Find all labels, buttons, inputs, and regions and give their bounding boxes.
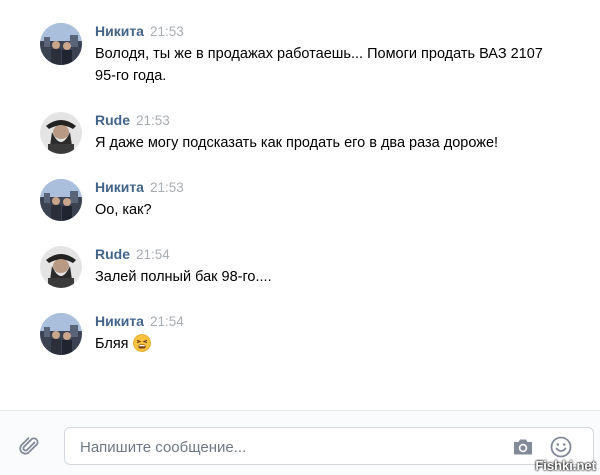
paperclip-icon bbox=[19, 437, 39, 455]
camera-icon bbox=[514, 439, 532, 455]
user-avatar-nikita-icon bbox=[40, 23, 82, 65]
watermark: Fishki.net bbox=[535, 458, 596, 473]
message-text: Я даже могу подсказать как продать его в… bbox=[95, 135, 499, 151]
message-time[interactable]: 21:54 bbox=[136, 247, 170, 262]
emoji-button[interactable] bbox=[550, 436, 572, 458]
message-time[interactable]: 21:53 bbox=[150, 24, 184, 39]
attach-button[interactable] bbox=[18, 435, 42, 459]
message-header: Rude 21:54 bbox=[95, 246, 170, 263]
message-time[interactable]: 21:54 bbox=[150, 314, 184, 329]
user-avatar-nikita-icon bbox=[40, 179, 82, 221]
tired-face-emoji-icon bbox=[132, 334, 151, 352]
message-author[interactable]: Никита bbox=[95, 179, 144, 195]
message-text: Володя, ты же в продажах работаешь... По… bbox=[95, 46, 543, 84]
message-text-content: Бляя bbox=[95, 336, 129, 352]
avatar[interactable] bbox=[40, 179, 82, 221]
message-author[interactable]: Rude bbox=[95, 112, 130, 128]
user-avatar-rude-icon bbox=[40, 112, 82, 154]
avatar[interactable] bbox=[40, 23, 82, 65]
user-avatar-rude-icon bbox=[40, 246, 82, 288]
avatar[interactable] bbox=[40, 112, 82, 154]
message-text: Залей полный бак 98-го.... bbox=[95, 269, 272, 285]
avatar[interactable] bbox=[40, 313, 82, 355]
message-input-box bbox=[64, 427, 594, 465]
message-text: Бляя bbox=[95, 333, 565, 355]
avatar[interactable] bbox=[40, 246, 82, 288]
message-author[interactable]: Никита bbox=[95, 313, 144, 329]
message-input[interactable] bbox=[78, 436, 502, 458]
message-header: Никита 21:53 bbox=[95, 179, 184, 196]
camera-button[interactable] bbox=[512, 437, 534, 457]
message-header: Rude 21:53 bbox=[95, 112, 170, 129]
message-time[interactable]: 21:53 bbox=[136, 113, 170, 128]
smile-icon bbox=[550, 436, 572, 458]
message-text: Оо, как? bbox=[95, 202, 152, 218]
user-avatar-nikita-icon bbox=[40, 313, 82, 355]
message-time[interactable]: 21:53 bbox=[150, 180, 184, 195]
message-author[interactable]: Rude bbox=[95, 246, 130, 262]
message-author[interactable]: Никита bbox=[95, 23, 144, 39]
message-history: Никита 21:53 Володя, ты же в продажах раб… bbox=[0, 0, 600, 410]
message-composer bbox=[0, 410, 600, 475]
message-header: Никита 21:54 bbox=[95, 313, 184, 330]
message-header: Никита 21:53 bbox=[95, 23, 184, 40]
